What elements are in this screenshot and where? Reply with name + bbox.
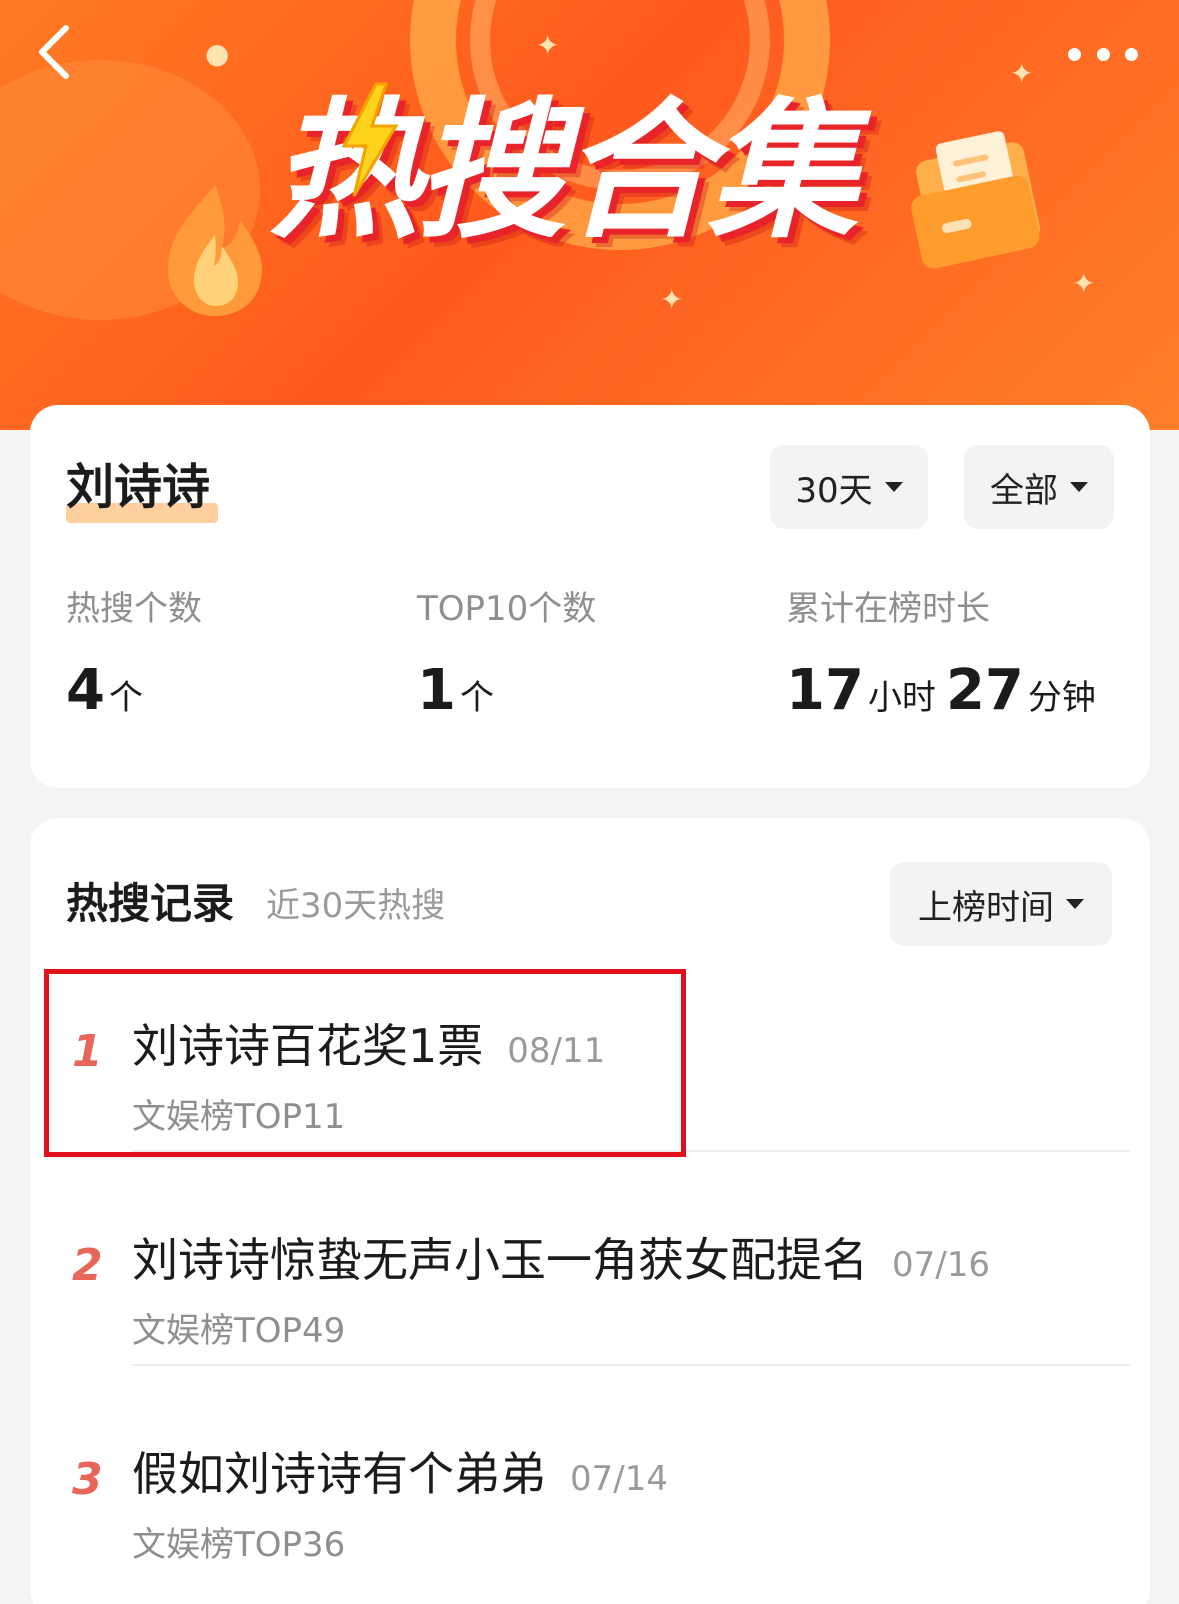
chevron-left-icon <box>39 25 69 79</box>
header-banner: ● ✦ ✦ ✦ ✦ 热搜合集 <box>0 0 1179 430</box>
days-filter-dropdown[interactable]: 30天 <box>770 445 928 529</box>
divider <box>132 1364 1130 1366</box>
record-item[interactable]: 3 假如刘诗诗有个弟弟 07/14 文娱榜TOP36 <box>30 1390 1150 1602</box>
stat-hours-unit: 小时 <box>867 678 936 718</box>
more-dot-icon <box>1125 47 1138 61</box>
sparkle-icon: ✦ <box>1072 267 1096 300</box>
stat-hot-count: 热搜个数 4个 <box>66 587 202 730</box>
stat-unit: 个 <box>108 678 143 718</box>
stat-minutes: 27 <box>945 658 1024 723</box>
stat-value: 4个 <box>66 659 202 730</box>
stat-value: 17 小时 27 分钟 <box>786 659 1106 730</box>
stat-top10-count: TOP10个数 1个 <box>417 587 596 730</box>
record-date: 07/16 <box>892 1245 990 1285</box>
record-title: 刘诗诗惊蛰无声小玉一角获女配提名 <box>132 1233 868 1287</box>
sparkle-icon: ✦ <box>536 29 560 62</box>
more-dot-icon <box>1068 47 1081 61</box>
stat-unit: 个 <box>459 678 494 718</box>
sort-dropdown[interactable]: 上榜时间 <box>890 862 1112 946</box>
record-title: 假如刘诗诗有个弟弟 <box>132 1447 546 1501</box>
sparkle-icon: ● <box>205 37 230 70</box>
summary-card: 刘诗诗 30天 全部 热搜个数 4个 TOP10个数 1个 累计在榜时长 17 小… <box>30 405 1150 788</box>
back-button[interactable] <box>30 22 82 82</box>
more-button[interactable] <box>1068 42 1138 66</box>
stat-label: 热搜个数 <box>66 589 202 629</box>
folder-icon <box>911 131 1041 269</box>
stat-hours: 17 <box>786 658 864 723</box>
record-rank: 3 <box>72 1454 103 1505</box>
stat-number: 4 <box>66 658 105 723</box>
stat-number: 1 <box>417 658 456 723</box>
stat-total-duration: 累计在榜时长 17 小时 27 分钟 <box>786 587 1106 730</box>
highlight-annotation-box <box>44 969 686 1157</box>
record-title-line: 假如刘诗诗有个弟弟 07/14 <box>132 1442 668 1511</box>
caret-down-icon <box>1070 482 1088 492</box>
days-filter-label: 30天 <box>795 470 873 511</box>
stat-minutes-unit: 分钟 <box>1027 678 1096 718</box>
records-subtitle: 近30天热搜 <box>266 886 446 926</box>
person-name-wrap: 刘诗诗 <box>66 457 218 523</box>
caret-down-icon <box>884 482 903 492</box>
stat-value: 1个 <box>417 659 596 730</box>
flame-icon <box>168 185 262 316</box>
caret-down-icon <box>1066 899 1084 909</box>
person-name: 刘诗诗 <box>66 459 211 515</box>
records-title: 热搜记录 <box>66 879 235 928</box>
more-dot-icon <box>1096 47 1110 61</box>
stat-label: 累计在榜时长 <box>786 589 990 629</box>
scope-filter-label: 全部 <box>990 470 1058 511</box>
record-rank: 2 <box>72 1240 103 1291</box>
lightning-icon <box>341 82 399 197</box>
scope-filter-dropdown[interactable]: 全部 <box>964 445 1114 529</box>
record-item[interactable]: 2 刘诗诗惊蛰无声小玉一角获女配提名 07/16 文娱榜TOP49 <box>30 1176 1150 1388</box>
sparkle-icon: ✦ <box>1010 57 1034 90</box>
record-board: 文娱榜TOP36 <box>132 1525 346 1565</box>
records-card: 热搜记录 近30天热搜 上榜时间 1 刘诗诗百花奖1票 08/11 文娱榜TOP1… <box>30 818 1150 1604</box>
record-title-line: 刘诗诗惊蛰无声小玉一角获女配提名 07/16 <box>132 1228 990 1297</box>
record-date: 07/14 <box>570 1459 668 1499</box>
sort-label: 上榜时间 <box>918 887 1054 928</box>
sparkle-icon: ✦ <box>660 283 684 316</box>
stat-label: TOP10个数 <box>417 589 597 629</box>
record-board: 文娱榜TOP49 <box>132 1311 346 1351</box>
